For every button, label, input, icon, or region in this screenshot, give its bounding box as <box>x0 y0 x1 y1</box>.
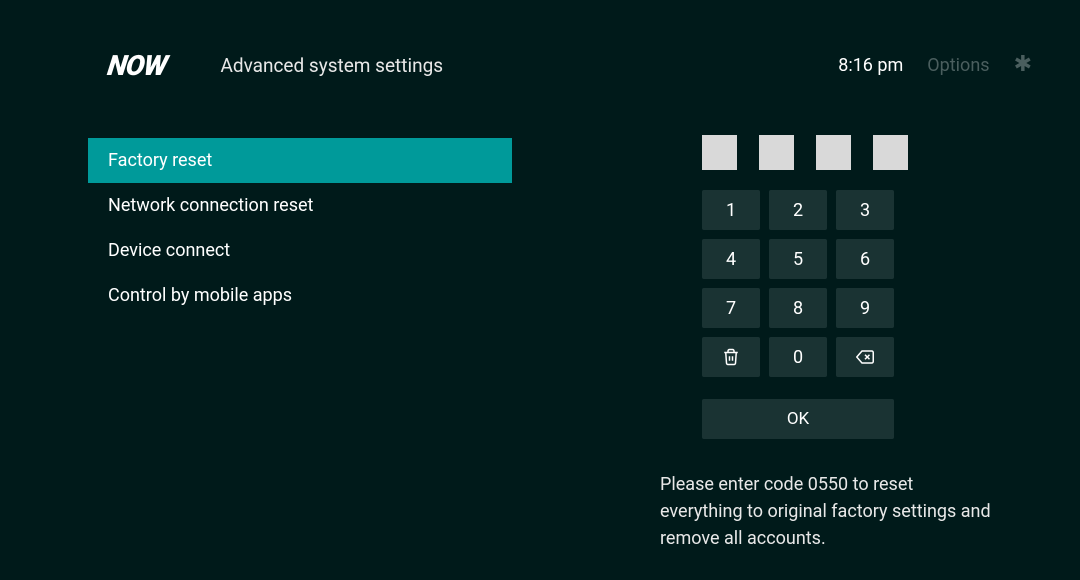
header-right: 8:16 pm Options ✱ <box>838 54 1032 77</box>
keypad-3[interactable]: 3 <box>836 190 894 230</box>
trash-icon <box>722 348 740 366</box>
header: NOW Advanced system settings 8:16 pm Opt… <box>0 0 1080 90</box>
pin-digit-3 <box>816 135 851 170</box>
keypad-6[interactable]: 6 <box>836 239 894 279</box>
menu-item-network-reset[interactable]: Network connection reset <box>88 183 540 228</box>
content: Factory reset Network connection reset D… <box>0 90 1080 318</box>
clock: 8:16 pm <box>838 55 903 76</box>
keypad-8[interactable]: 8 <box>769 288 827 328</box>
pin-digit-2 <box>759 135 794 170</box>
keypad-5[interactable]: 5 <box>769 239 827 279</box>
logo: NOW <box>106 49 169 82</box>
asterisk-icon: ✱ <box>1014 52 1032 77</box>
menu-item-control-mobile[interactable]: Control by mobile apps <box>88 273 540 318</box>
pin-digit-4 <box>873 135 908 170</box>
ok-button[interactable]: OK <box>702 399 894 439</box>
options-button[interactable]: Options <box>927 55 989 76</box>
keypad-clear[interactable] <box>702 337 760 377</box>
keypad-9[interactable]: 9 <box>836 288 894 328</box>
pin-display <box>702 135 908 170</box>
page-title: Advanced system settings <box>220 54 443 77</box>
menu-item-label: Device connect <box>108 240 230 261</box>
numeric-keypad: 1 2 3 4 5 6 7 8 9 0 <box>702 190 908 377</box>
keypad-7[interactable]: 7 <box>702 288 760 328</box>
backspace-icon <box>856 348 874 366</box>
menu-item-label: Factory reset <box>108 150 212 171</box>
keypad-4[interactable]: 4 <box>702 239 760 279</box>
pin-entry-panel: 1 2 3 4 5 6 7 8 9 0 OK <box>702 135 908 439</box>
menu-item-label: Network connection reset <box>108 195 313 216</box>
keypad-2[interactable]: 2 <box>769 190 827 230</box>
settings-menu: Factory reset Network connection reset D… <box>0 138 540 318</box>
keypad-1[interactable]: 1 <box>702 190 760 230</box>
pin-digit-1 <box>702 135 737 170</box>
menu-item-label: Control by mobile apps <box>108 285 292 306</box>
keypad-0[interactable]: 0 <box>769 337 827 377</box>
instruction-text: Please enter code 0550 to reset everythi… <box>660 471 1000 552</box>
menu-item-factory-reset[interactable]: Factory reset <box>88 138 512 183</box>
menu-item-device-connect[interactable]: Device connect <box>88 228 540 273</box>
keypad-backspace[interactable] <box>836 337 894 377</box>
